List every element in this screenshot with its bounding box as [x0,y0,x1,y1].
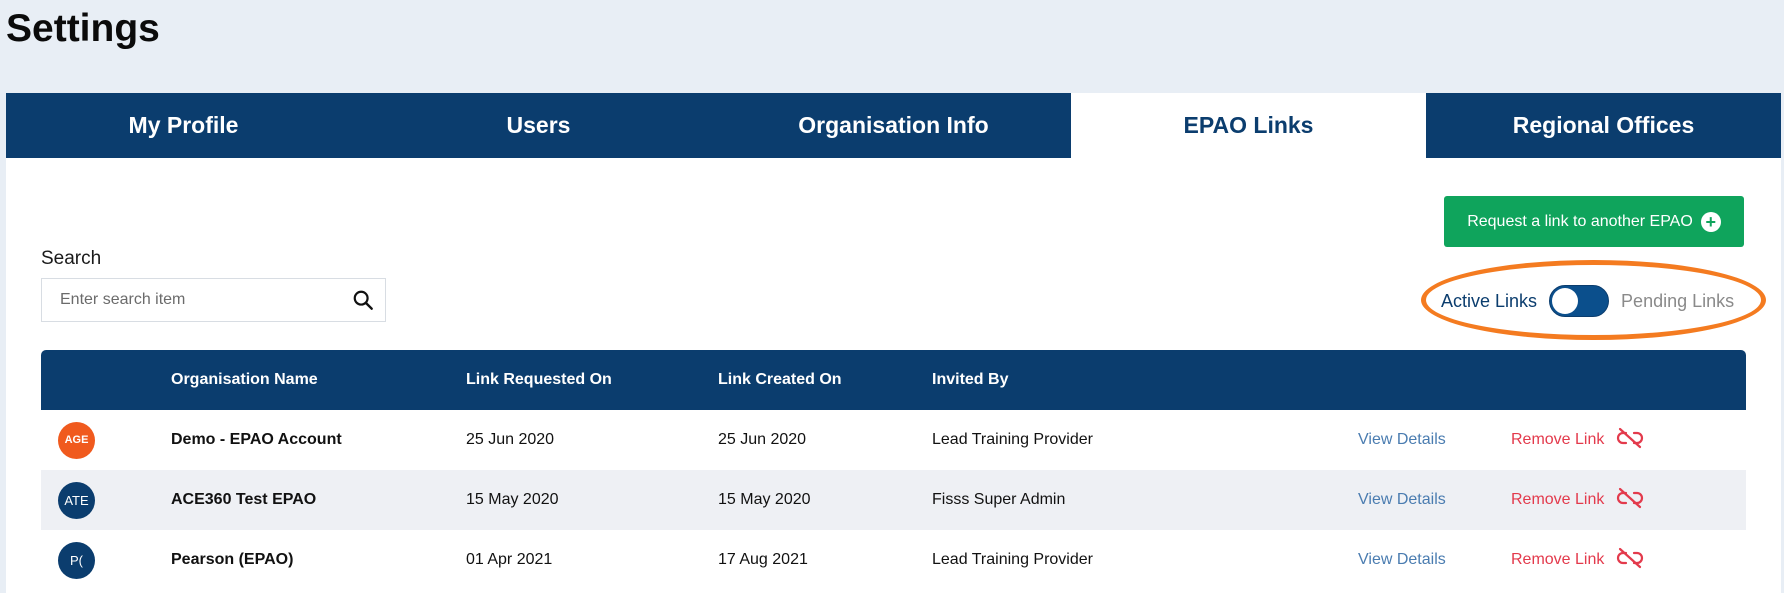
table-header: Organisation Name Link Requested On Link… [41,350,1746,410]
tab-users[interactable]: Users [361,93,716,158]
epao-links-table: Organisation Name Link Requested On Link… [41,350,1746,590]
remove-link[interactable]: Remove Link [1511,551,1604,569]
header-organisation-name: Organisation Name [171,371,318,388]
org-logo: AGE [58,421,95,459]
table-row: AGE Demo - EPAO Account 25 Jun 2020 25 J… [41,410,1746,470]
request-link-button[interactable]: Request a link to another EPAO + [1444,196,1744,247]
header-link-created-on: Link Created On [718,371,842,388]
link-created-on: 25 Jun 2020 [718,431,807,448]
active-links-label[interactable]: Active Links [1441,291,1537,312]
view-details-link[interactable]: View Details [1358,551,1446,568]
table-row: P( Pearson (EPAO) 01 Apr 2021 17 Aug 202… [41,530,1746,590]
search-label: Search [41,248,102,269]
page-title: Settings [6,7,160,50]
org-name: Demo - EPAO Account [171,431,342,448]
header-link-requested-on: Link Requested On [466,371,612,388]
header-invited-by: Invited By [932,371,1009,388]
unlink-icon[interactable] [1616,427,1644,454]
link-created-on: 17 Aug 2021 [718,551,808,568]
tab-organisation-info[interactable]: Organisation Info [716,93,1071,158]
toggle-knob [1552,288,1579,314]
tab-regional-offices[interactable]: Regional Offices [1426,93,1781,158]
remove-link[interactable]: Remove Link [1511,491,1604,509]
org-logo: P( [58,541,95,579]
org-logo: ATE [58,481,95,519]
search-icon[interactable] [341,278,385,322]
search-input[interactable] [42,279,341,321]
link-requested-on: 01 Apr 2021 [466,551,553,568]
org-name: Pearson (EPAO) [171,551,294,568]
settings-tabs: My Profile Users Organisation Info EPAO … [6,93,1781,158]
view-details-link[interactable]: View Details [1358,491,1446,508]
pending-links-label[interactable]: Pending Links [1621,291,1734,312]
invited-by: Lead Training Provider [932,551,1093,568]
unlink-icon[interactable] [1616,547,1644,574]
view-details-link[interactable]: View Details [1358,431,1446,448]
plus-circle-icon: + [1700,211,1721,232]
link-requested-on: 15 May 2020 [466,491,559,508]
link-created-on: 15 May 2020 [718,491,811,508]
org-name: ACE360 Test EPAO [171,491,317,508]
links-toggle: Active Links Pending Links [1441,285,1734,317]
request-link-label: Request a link to another EPAO [1467,212,1693,230]
invited-by: Fisss Super Admin [932,491,1066,508]
search-box [41,278,386,322]
links-toggle-switch[interactable] [1549,285,1610,317]
tab-my-profile[interactable]: My Profile [6,93,361,158]
unlink-icon[interactable] [1616,487,1644,514]
remove-link[interactable]: Remove Link [1511,431,1604,449]
table-row: ATE ACE360 Test EPAO 15 May 2020 15 May … [41,470,1746,530]
tab-epao-links[interactable]: EPAO Links [1071,93,1426,158]
epao-links-panel: Request a link to another EPAO + Search … [6,158,1781,593]
link-requested-on: 25 Jun 2020 [466,431,555,448]
invited-by: Lead Training Provider [932,431,1093,448]
